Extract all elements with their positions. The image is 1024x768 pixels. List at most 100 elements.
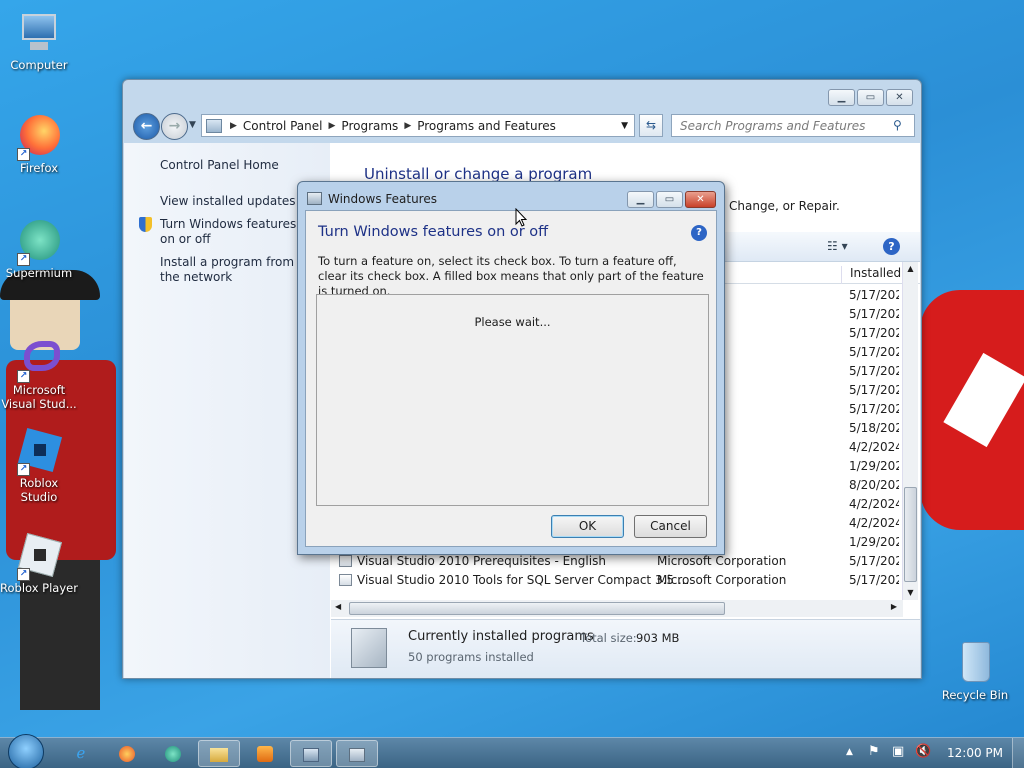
shield-icon xyxy=(139,217,152,232)
dialog-heading: Turn Windows features on or off xyxy=(318,224,549,240)
windows-features-dialog[interactable]: Windows Features ▁ ▭ ✕ Turn Windows feat… xyxy=(297,181,725,555)
vertical-scrollbar[interactable]: ▲ ▼ xyxy=(902,262,918,600)
details-title: Currently installed programs xyxy=(408,629,594,644)
address-dropdown-icon[interactable]: ▼ xyxy=(621,121,628,131)
volume-muted-icon[interactable]: 🔇 xyxy=(915,744,931,759)
program-installed-date: 5/17/2023 xyxy=(849,307,899,321)
feature-list[interactable]: Please wait... xyxy=(316,294,709,506)
program-installed-date: 5/17/2023 xyxy=(849,326,899,340)
ok-button[interactable]: OK xyxy=(551,515,624,538)
dialog-maximize-button[interactable]: ▭ xyxy=(656,191,683,208)
taskbar-media-player-icon[interactable] xyxy=(244,740,286,767)
network-icon[interactable]: ▣ xyxy=(892,744,904,759)
horizontal-scrollbar[interactable]: ◀ ▶ xyxy=(331,600,903,617)
taskbar-explorer-icon[interactable] xyxy=(198,740,240,767)
maximize-button[interactable]: ▭ xyxy=(857,89,884,106)
scroll-left-arrow[interactable]: ◀ xyxy=(335,602,341,611)
desktop-icon-recycle-bin[interactable]: Recycle Bin xyxy=(936,640,1014,702)
column-header-installed[interactable]: Installed xyxy=(841,266,901,284)
view-options-icon[interactable]: ☷ ▾ xyxy=(827,239,848,253)
recycle-bin-icon xyxy=(952,640,998,686)
details-size-label: Total size: xyxy=(580,631,637,645)
dialog-body: Turn Windows features on or off ? To tur… xyxy=(305,210,717,547)
shortcut-arrow-icon: ↗ xyxy=(17,253,30,266)
breadcrumb-programs[interactable]: Programs xyxy=(341,119,398,133)
taskbar-control-panel-icon[interactable] xyxy=(290,740,332,767)
firefox-icon: ↗ xyxy=(16,113,62,161)
install-from-network-link[interactable]: Install a program from the network xyxy=(160,255,310,285)
taskbar-firefox-icon[interactable] xyxy=(106,740,148,767)
taskbar-windows-features-icon[interactable] xyxy=(336,740,378,767)
desktop-icon-computer[interactable]: Computer xyxy=(0,10,78,72)
navigation-bar: ← → ▼ ▶ Control Panel ▶ Programs ▶ Progr… xyxy=(131,112,915,140)
taskbar-supermium-icon[interactable] xyxy=(152,740,194,767)
breadcrumb-arrow-icon: ▶ xyxy=(230,120,237,131)
program-installed-date: 5/17/2023 xyxy=(849,364,899,378)
show-hidden-icons-icon[interactable]: ▲ xyxy=(846,747,853,757)
start-button[interactable] xyxy=(8,734,44,768)
scroll-right-arrow[interactable]: ▶ xyxy=(891,602,897,611)
taskbar: ℯ ▲ ⚑ ▣ 🔇 12:00 PM xyxy=(0,734,1024,768)
breadcrumb-programs-and-features[interactable]: Programs and Features xyxy=(417,119,556,133)
program-installed-date: 5/17/2023 xyxy=(849,345,899,359)
window-caption-buttons: ▁ ▭ ✕ xyxy=(828,89,913,106)
dialog-description: To turn a feature on, select its check b… xyxy=(318,254,704,298)
dialog-help-icon[interactable]: ? xyxy=(691,225,707,241)
minimize-button[interactable]: ▁ xyxy=(828,89,855,106)
help-icon[interactable]: ? xyxy=(883,238,900,255)
program-icon xyxy=(339,574,352,586)
turn-windows-features-link[interactable]: Turn Windows features on or off xyxy=(160,217,310,247)
details-count: 50 programs installed xyxy=(408,650,534,664)
action-center-flag-icon[interactable]: ⚑ xyxy=(868,744,880,759)
program-name: Visual Studio 2010 Prerequisites - Engli… xyxy=(357,554,606,568)
breadcrumb-control-panel[interactable]: Control Panel xyxy=(243,119,323,133)
back-button[interactable]: ← xyxy=(133,113,160,140)
table-row[interactable]: Visual Studio 2010 Tools for SQL Server … xyxy=(331,571,901,590)
cancel-button[interactable]: Cancel xyxy=(634,515,707,538)
recent-pages-dropdown[interactable]: ▼ xyxy=(189,120,196,130)
desktop-icon-supermium[interactable]: ↗ Supermium xyxy=(0,218,78,280)
desktop-icon-firefox[interactable]: ↗ Firefox xyxy=(0,113,78,175)
scroll-down-arrow[interactable]: ▼ xyxy=(903,586,918,600)
scroll-up-arrow[interactable]: ▲ xyxy=(903,262,918,276)
dialog-title: Windows Features xyxy=(328,192,437,206)
breadcrumb-arrow-icon: ▶ xyxy=(328,120,336,131)
address-bar[interactable]: ▶ Control Panel ▶ Programs ▶ Programs an… xyxy=(201,114,635,137)
shortcut-arrow-icon: ↗ xyxy=(17,463,30,476)
shortcut-arrow-icon: ↗ xyxy=(17,568,30,581)
details-size-value: 903 MB xyxy=(636,631,680,645)
dialog-caption-buttons: ▁ ▭ ✕ xyxy=(627,191,716,208)
desktop-icon-roblox-studio[interactable]: ↗ Roblox Studio xyxy=(0,427,78,504)
desktop-icon-roblox-player[interactable]: ↗ Roblox Player xyxy=(0,532,78,595)
taskbar-ie-icon[interactable]: ℯ xyxy=(60,740,102,767)
program-installed-date: 5/17/2023 xyxy=(849,554,899,568)
program-installed-date: 4/2/2024 xyxy=(849,497,899,511)
program-name: Visual Studio 2010 Tools for SQL Server … xyxy=(357,573,690,587)
view-installed-updates-link[interactable]: View installed updates xyxy=(160,194,296,209)
shortcut-arrow-icon: ↗ xyxy=(17,148,30,161)
desktop-icon-label: Microsoft Visual Stud... xyxy=(1,383,77,411)
visual-studio-icon: ↗ xyxy=(16,335,62,383)
show-desktop-button[interactable] xyxy=(1012,738,1024,768)
program-installed-date: 5/17/2023 xyxy=(849,383,899,397)
shortcut-arrow-icon: ↗ xyxy=(17,370,30,383)
desktop-icon-label: Roblox Player xyxy=(0,581,78,595)
roblox-studio-icon: ↗ xyxy=(16,427,63,476)
desktop-icon-label: Supermium xyxy=(5,266,73,280)
program-installed-date: 5/17/2023 xyxy=(849,402,899,416)
dialog-minimize-button[interactable]: ▁ xyxy=(627,191,654,208)
search-input[interactable]: Search Programs and Features xyxy=(671,114,915,137)
clock[interactable]: 12:00 PM xyxy=(947,746,1003,760)
search-icon[interactable]: ⚲ xyxy=(893,118,902,132)
refresh-button[interactable]: ⇆ xyxy=(639,114,663,137)
control-panel-home-link[interactable]: Control Panel Home xyxy=(160,158,279,173)
close-button[interactable]: ✕ xyxy=(886,89,913,106)
forward-button[interactable]: → xyxy=(161,113,188,140)
page-subtitle: Change, or Repair. xyxy=(729,199,840,213)
program-installed-date: 8/20/2023 xyxy=(849,478,899,492)
dialog-close-button[interactable]: ✕ xyxy=(685,191,716,208)
desktop-icon-visual-studio[interactable]: ↗ Microsoft Visual Stud... xyxy=(0,335,78,411)
desktop-icon-label: Roblox Studio xyxy=(19,476,59,504)
scroll-thumb[interactable] xyxy=(904,487,917,582)
hscroll-thumb[interactable] xyxy=(349,602,725,615)
